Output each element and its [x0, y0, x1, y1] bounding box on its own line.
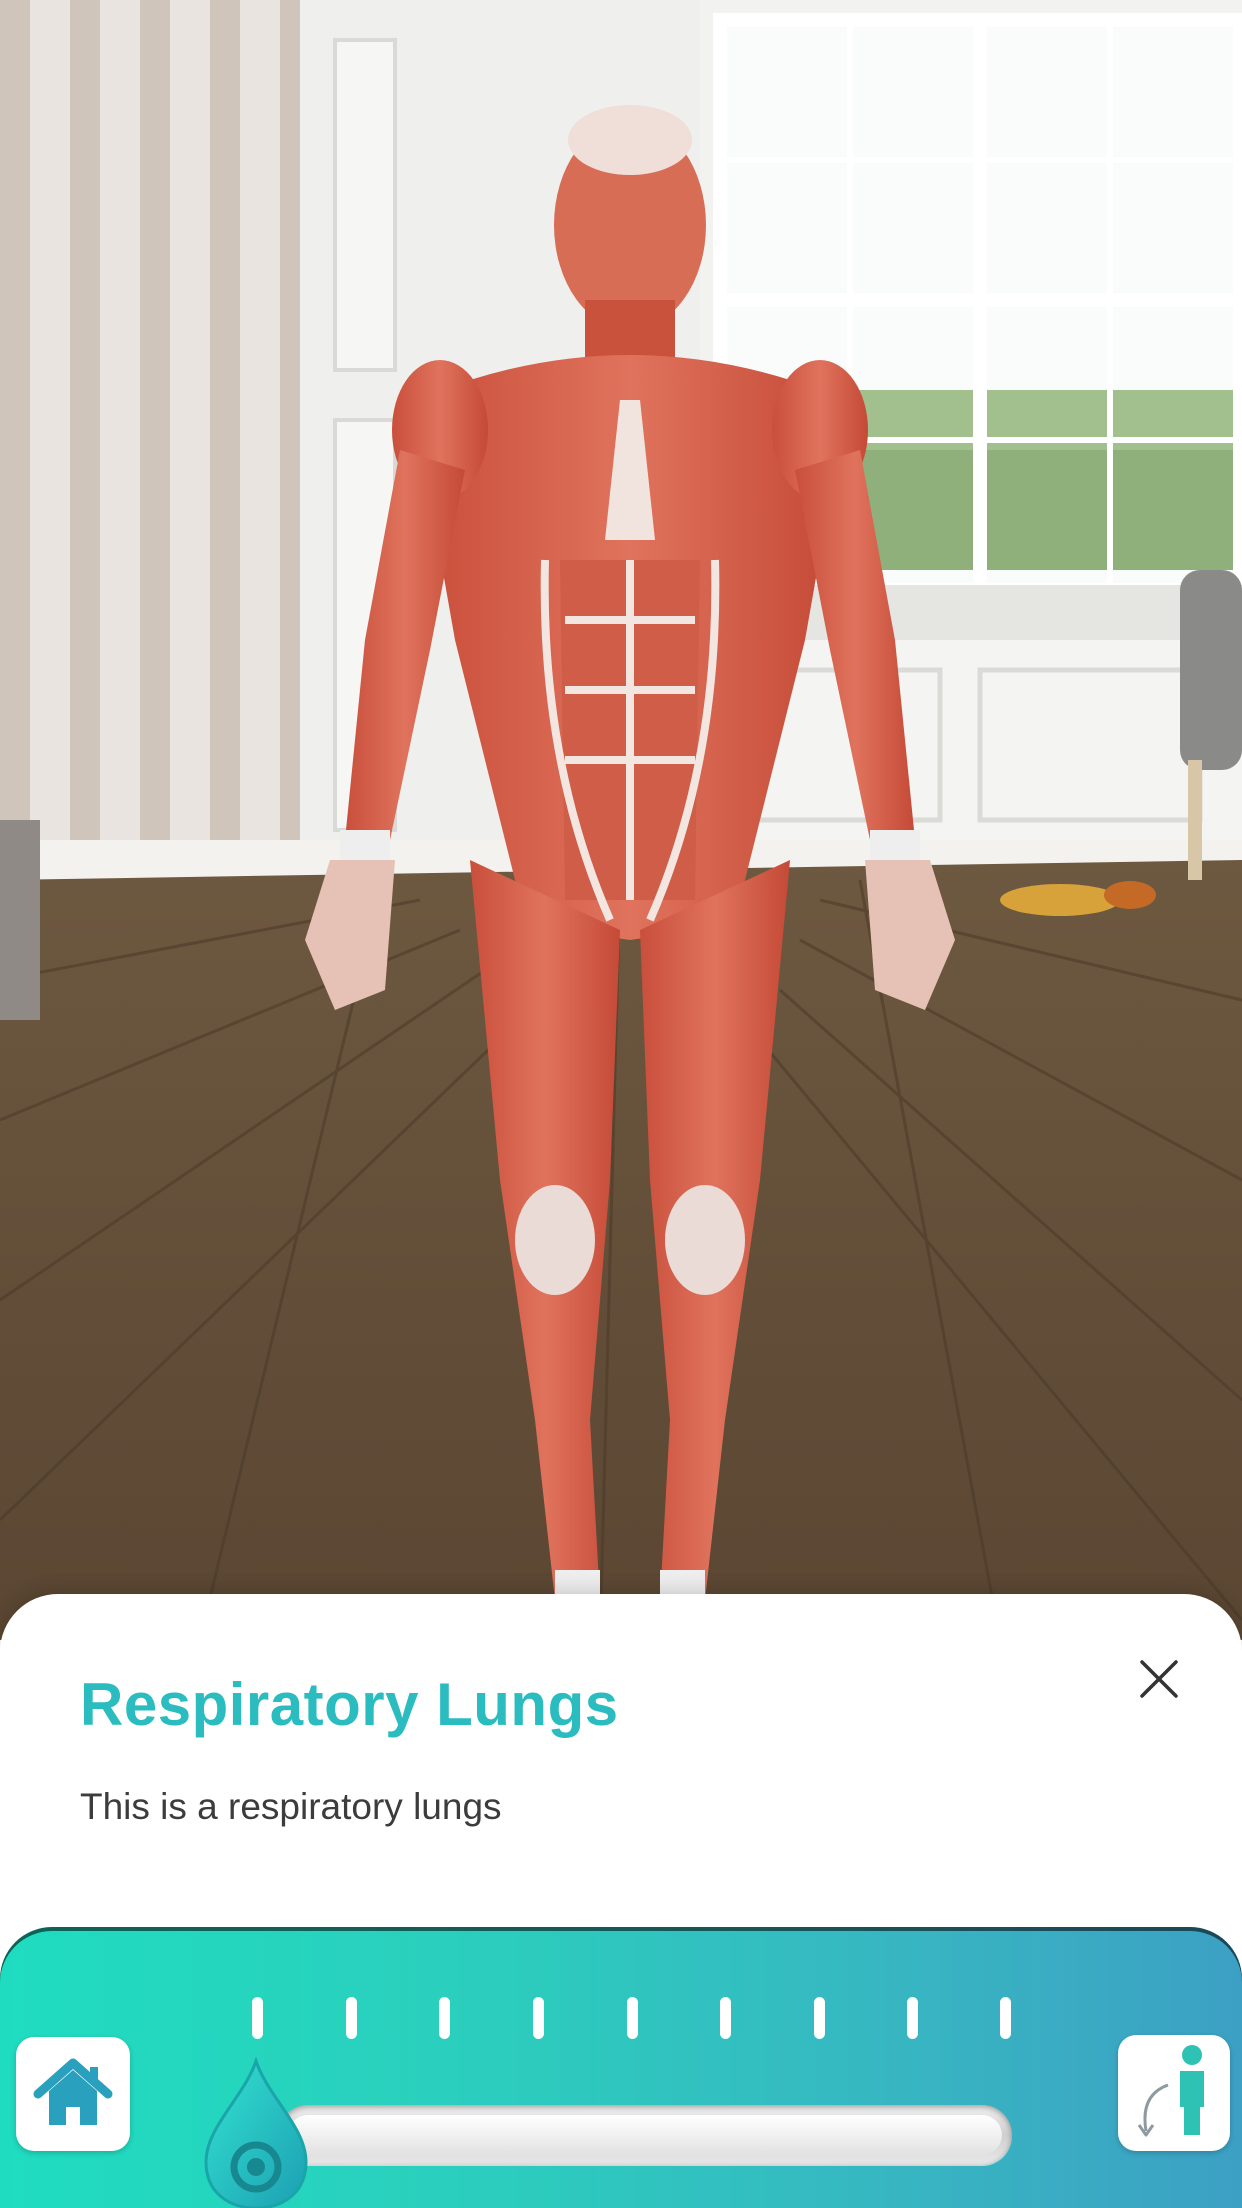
room-background: [0, 0, 1242, 1640]
close-button[interactable]: [1128, 1648, 1190, 1710]
home-button[interactable]: [16, 2037, 130, 2151]
body-view-button[interactable]: [1118, 2035, 1230, 2151]
layer-slider-track[interactable]: [278, 2105, 1012, 2165]
layer-slider-thumb[interactable]: [196, 2056, 316, 2208]
control-bar: [0, 1927, 1242, 2208]
slider-tick: [1000, 1997, 1011, 2039]
organ-title: Respiratory Lungs: [80, 1671, 619, 1738]
slider-tick: [627, 1997, 638, 2039]
organ-description: This is a respiratory lungs: [80, 1786, 502, 1827]
home-icon: [33, 2058, 113, 2125]
slider-tick: [814, 1997, 825, 2039]
slider-tick: [720, 1997, 731, 2039]
slider-tick: [533, 1997, 544, 2039]
slider-tick: [252, 1997, 263, 2039]
body-view-icon: [1137, 2045, 1204, 2137]
droplet-icon: [204, 2056, 308, 2208]
slider-tick: [439, 1997, 450, 2039]
close-icon: [1140, 1660, 1178, 1698]
ar-scene[interactable]: [0, 0, 1242, 1640]
slider-tick: [907, 1997, 918, 2039]
layer-slider-fill: [288, 2115, 1002, 2155]
slider-ticks: [0, 1997, 1242, 2041]
slider-tick: [346, 1997, 357, 2039]
